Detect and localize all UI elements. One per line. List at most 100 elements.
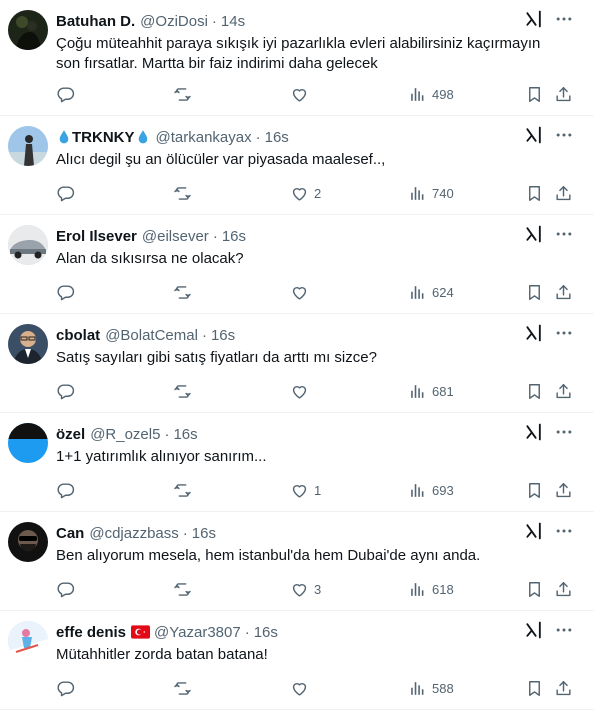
reply-tweet[interactable]: effe denis @Yazar3807 · 16s Mütahhitler zord… xyxy=(0,611,594,710)
analytics-icon xyxy=(408,382,427,401)
water-drop-emoji-icon xyxy=(137,129,149,145)
user-handle[interactable]: @OziDosi xyxy=(140,13,208,30)
user-handle[interactable]: @Yazar3807 xyxy=(154,624,241,641)
retweet-button[interactable] xyxy=(173,282,192,302)
reply-button[interactable] xyxy=(56,282,75,302)
views-button[interactable]: 624 xyxy=(408,282,454,302)
more-options-icon[interactable] xyxy=(554,224,574,244)
like-button[interactable]: 3 xyxy=(290,579,321,599)
more-options-icon[interactable] xyxy=(554,323,574,343)
reply-tweet[interactable]: Can @cdjazzbass · 16s Ben alıyorum mesela, h… xyxy=(0,512,594,611)
views-button[interactable]: 740 xyxy=(408,183,454,203)
timestamp[interactable]: 16s xyxy=(192,525,216,542)
retweet-button[interactable] xyxy=(173,480,192,500)
reply-icon xyxy=(56,283,75,302)
timestamp[interactable]: 16s xyxy=(254,624,278,641)
share-button[interactable] xyxy=(554,282,573,302)
reply-button[interactable] xyxy=(56,579,75,599)
more-options-icon[interactable] xyxy=(554,521,574,541)
timestamp[interactable]: 14s xyxy=(221,13,245,30)
avatar[interactable] xyxy=(8,10,48,50)
reply-tweet[interactable]: Erol Ilsever @eilsever · 16s Alan da sıkısır… xyxy=(0,215,594,314)
avatar[interactable] xyxy=(8,522,48,562)
user-handle[interactable]: @R_ozel5 xyxy=(90,426,160,443)
avatar[interactable] xyxy=(8,621,48,661)
user-handle[interactable]: @BolatCemal xyxy=(105,327,198,344)
bookmark-button[interactable] xyxy=(525,84,544,104)
action-bar: 681 xyxy=(56,381,576,401)
grok-icon[interactable] xyxy=(524,620,544,640)
more-options-icon[interactable] xyxy=(554,422,574,442)
views-button[interactable]: 588 xyxy=(408,678,454,698)
grok-icon[interactable] xyxy=(524,9,544,29)
bookmark-button[interactable] xyxy=(525,381,544,401)
share-button[interactable] xyxy=(554,678,573,698)
more-options-icon[interactable] xyxy=(554,9,574,29)
timestamp[interactable]: 16s xyxy=(265,129,289,146)
views-button[interactable]: 498 xyxy=(408,84,454,104)
views-button[interactable]: 693 xyxy=(408,480,454,500)
display-name[interactable]: Erol Ilsever xyxy=(56,228,137,245)
timestamp[interactable]: 16s xyxy=(222,228,246,245)
heart-icon xyxy=(290,580,309,599)
share-button[interactable] xyxy=(554,480,573,500)
separator-dot: · xyxy=(201,326,207,344)
grok-icon[interactable] xyxy=(524,422,544,442)
display-name[interactable]: Can xyxy=(56,525,84,542)
more-options-icon[interactable] xyxy=(554,125,574,145)
retweet-icon xyxy=(173,679,192,698)
reply-tweet[interactable]: TRKNKY @tarkankayax · 16s Alıcı degil şu an … xyxy=(0,116,594,215)
avatar[interactable] xyxy=(8,324,48,364)
bookmark-button[interactable] xyxy=(525,678,544,698)
like-button[interactable] xyxy=(290,282,314,302)
display-name[interactable]: Batuhan D. xyxy=(56,13,135,30)
reply-button[interactable] xyxy=(56,381,75,401)
share-button[interactable] xyxy=(554,579,573,599)
avatar[interactable] xyxy=(8,126,48,166)
bookmark-button[interactable] xyxy=(525,579,544,599)
bookmark-button[interactable] xyxy=(525,183,544,203)
user-handle[interactable]: @tarkankayax xyxy=(156,129,252,146)
display-name[interactable]: TRKNKY xyxy=(72,129,135,146)
display-name[interactable]: effe denis xyxy=(56,624,126,641)
more-options-icon[interactable] xyxy=(554,620,574,640)
like-button[interactable] xyxy=(290,84,314,104)
share-button[interactable] xyxy=(554,183,573,203)
retweet-button[interactable] xyxy=(173,579,192,599)
like-button[interactable] xyxy=(290,678,314,698)
grok-icon[interactable] xyxy=(524,125,544,145)
user-handle[interactable]: @eilsever xyxy=(142,228,209,245)
bookmark-icon xyxy=(525,580,544,599)
like-button[interactable]: 1 xyxy=(290,480,321,500)
reply-button[interactable] xyxy=(56,678,75,698)
display-name[interactable]: özel xyxy=(56,426,85,443)
reply-button[interactable] xyxy=(56,84,75,104)
display-name[interactable]: cbolat xyxy=(56,327,100,344)
reply-icon xyxy=(56,679,75,698)
views-button[interactable]: 618 xyxy=(408,579,454,599)
grok-icon[interactable] xyxy=(524,224,544,244)
reply-button[interactable] xyxy=(56,183,75,203)
views-button[interactable]: 681 xyxy=(408,381,454,401)
grok-icon[interactable] xyxy=(524,521,544,541)
user-handle[interactable]: @cdjazzbass xyxy=(89,525,178,542)
avatar[interactable] xyxy=(8,423,48,463)
like-button[interactable]: 2 xyxy=(290,183,321,203)
reply-button[interactable] xyxy=(56,480,75,500)
reply-tweet[interactable]: cbolat @BolatCemal · 16s Satış sayıları gibi… xyxy=(0,314,594,413)
avatar[interactable] xyxy=(8,225,48,265)
retweet-button[interactable] xyxy=(173,84,192,104)
reply-tweet[interactable]: özel @R_ozel5 · 16s 1+1 yatırımlık alınıyor … xyxy=(0,413,594,512)
retweet-button[interactable] xyxy=(173,183,192,203)
grok-icon[interactable] xyxy=(524,323,544,343)
share-button[interactable] xyxy=(554,84,573,104)
like-button[interactable] xyxy=(290,381,314,401)
timestamp[interactable]: 16s xyxy=(211,327,235,344)
timestamp[interactable]: 16s xyxy=(173,426,197,443)
bookmark-button[interactable] xyxy=(525,480,544,500)
retweet-button[interactable] xyxy=(173,678,192,698)
bookmark-button[interactable] xyxy=(525,282,544,302)
share-button[interactable] xyxy=(554,381,573,401)
retweet-button[interactable] xyxy=(173,381,192,401)
reply-tweet[interactable]: Batuhan D. @OziDosi · 14s Çoğu müteahhit par… xyxy=(0,0,594,116)
